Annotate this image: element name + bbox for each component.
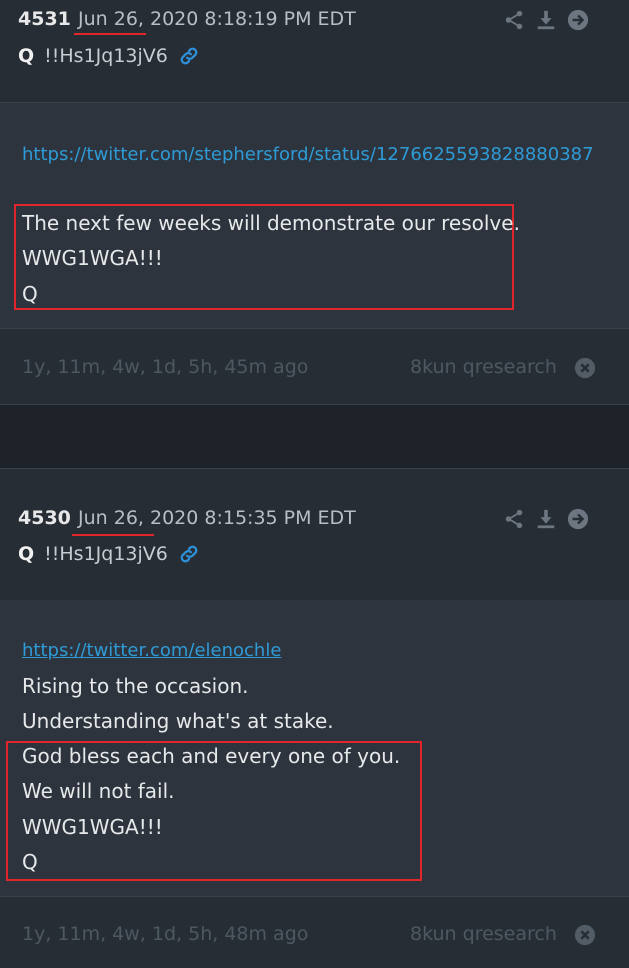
post-date: Jun 26, 2020 8:15:35 PM EDT (78, 507, 356, 529)
post-line: God bless each and every one of you. (22, 744, 401, 768)
share-icon[interactable] (503, 508, 525, 530)
post-footer: 1y, 11m, 4w, 1d, 5h, 48m ago 8kun qresea… (0, 896, 629, 968)
post-number[interactable]: 4531 (18, 8, 71, 30)
post-source: 8kun qresearch (410, 923, 557, 945)
post-body: https://twitter.com/stephersford/status/… (0, 103, 629, 328)
share-icon[interactable] (503, 9, 525, 31)
tweet-link[interactable]: https://twitter.com/elenochle (22, 635, 612, 667)
arrow-right-icon[interactable] (567, 9, 589, 31)
post-line: Rising to the occasion. (22, 674, 249, 698)
post-body: https://twitter.com/elenochle Rising to … (0, 600, 629, 896)
author-name: Q (18, 45, 35, 67)
post-date: Jun 26, 2020 8:18:19 PM EDT (78, 8, 356, 30)
post-actions (503, 9, 589, 31)
post-line: The next few weeks will demonstrate our … (22, 211, 520, 235)
post-line: WWG1WGA!!! (22, 815, 163, 839)
close-circle-icon[interactable] (574, 924, 596, 946)
post-header: 4531 Jun 26, 2020 8:18:19 PM EDT Q !!Hs1J… (0, 0, 629, 103)
date-highlight-underline (72, 534, 154, 536)
close-circle-icon[interactable] (574, 357, 596, 379)
post-line: WWG1WGA!!! (22, 246, 163, 270)
post-line: Q (22, 850, 38, 874)
download-icon[interactable] (535, 9, 557, 31)
post-line: We will not fail. (22, 779, 175, 803)
post-line: Q (22, 282, 38, 306)
post-author: Q !!Hs1Jq13jV6 (18, 45, 168, 67)
post-4530: 4530 Jun 26, 2020 8:15:35 PM EDT Q !!Hs1J… (0, 468, 629, 968)
time-ago: 1y, 11m, 4w, 1d, 5h, 48m ago (22, 923, 309, 945)
tripcode: !!Hs1Jq13jV6 (44, 45, 168, 67)
post-author: Q !!Hs1Jq13jV6 (18, 543, 168, 565)
post-actions (503, 508, 589, 530)
chain-link-icon[interactable] (178, 543, 200, 565)
arrow-right-icon[interactable] (567, 508, 589, 530)
chain-link-icon[interactable] (178, 45, 200, 67)
post-header: 4530 Jun 26, 2020 8:15:35 PM EDT Q !!Hs1J… (0, 468, 629, 601)
post-4531: 4531 Jun 26, 2020 8:18:19 PM EDT Q !!Hs1J… (0, 0, 629, 405)
post-footer: 1y, 11m, 4w, 1d, 5h, 45m ago 8kun qresea… (0, 328, 629, 405)
time-ago: 1y, 11m, 4w, 1d, 5h, 45m ago (22, 356, 309, 378)
tweet-link[interactable]: https://twitter.com/stephersford/status/… (22, 139, 612, 171)
tripcode: !!Hs1Jq13jV6 (44, 543, 168, 565)
post-number[interactable]: 4530 (18, 507, 71, 529)
download-icon[interactable] (535, 508, 557, 530)
post-source: 8kun qresearch (410, 356, 557, 378)
post-line: Understanding what's at stake. (22, 709, 334, 733)
date-highlight-underline (74, 33, 146, 35)
author-name: Q (18, 543, 35, 565)
